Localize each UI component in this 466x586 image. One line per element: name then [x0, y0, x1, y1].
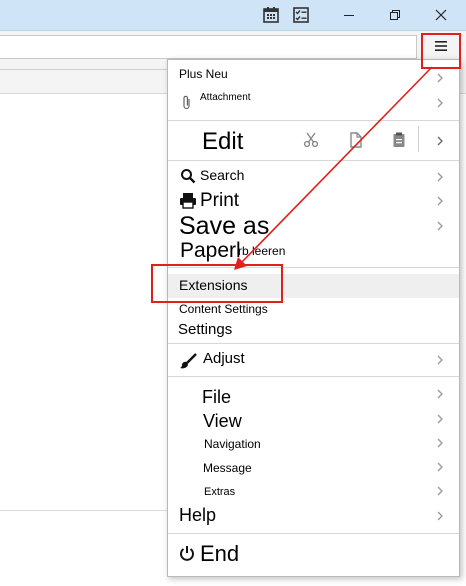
menu-item-label: Save as — [179, 212, 270, 240]
menu-item-label: Edit — [202, 128, 244, 155]
menu-separator — [168, 533, 459, 534]
restore-button[interactable] — [372, 0, 418, 30]
menu-item-label: End — [200, 541, 240, 566]
menu-item-end[interactable]: End — [168, 538, 459, 572]
menu-item-content-settings[interactable]: Content Settings — [168, 300, 459, 320]
menu-item-view[interactable]: View — [168, 410, 459, 434]
paperclip-icon — [183, 95, 190, 110]
menu-item-search[interactable]: Search — [168, 164, 459, 188]
minimize-icon — [344, 15, 354, 16]
menu-item-save-as[interactable]: Save as — [168, 212, 459, 242]
divider — [0, 69, 170, 70]
chevron-right-icon — [437, 438, 443, 448]
chevron-right-icon — [437, 511, 443, 521]
menu-item-label: Content Settings — [179, 302, 268, 316]
chevron-right-icon — [437, 172, 443, 182]
menu-item-label-suffix: rb leeren — [238, 244, 286, 258]
search-icon — [181, 169, 196, 184]
annotation-box-extensions — [151, 264, 283, 303]
chevron-right-icon — [437, 389, 443, 399]
brush-icon — [180, 353, 197, 369]
copy-icon[interactable] — [347, 131, 365, 149]
menu-item-help[interactable]: Help — [168, 504, 459, 530]
scissors-icon[interactable] — [302, 131, 320, 149]
minimize-button[interactable] — [326, 0, 372, 30]
chevron-right-icon — [437, 73, 443, 83]
chevron-right-icon — [437, 98, 443, 108]
menu-item-label: Message — [203, 461, 252, 475]
restore-icon — [390, 10, 400, 20]
menu-item-plus-neu[interactable]: Plus Neu — [168, 60, 459, 86]
menu-item-navigation[interactable]: Navigation — [168, 435, 459, 459]
calendar-icon[interactable] — [262, 6, 280, 24]
menu-item-file[interactable]: File — [168, 386, 459, 410]
checklist-icon[interactable] — [292, 6, 310, 24]
title-bar — [0, 0, 466, 31]
power-icon — [180, 546, 194, 561]
menu-item-label: Adjust — [203, 350, 245, 367]
menu-item-label: File — [202, 387, 232, 407]
menu-item-label: Attachment — [200, 92, 251, 103]
chevron-right-icon — [437, 486, 443, 496]
close-button[interactable] — [418, 0, 464, 30]
menu-item-label: View — [203, 411, 242, 431]
divider — [319, 298, 459, 299]
menu-item-label: Navigation — [204, 437, 261, 451]
main-menu-dropdown: Plus Neu Attachment Edit Search Print Sa… — [167, 59, 460, 577]
chevron-right-icon[interactable] — [434, 135, 446, 147]
menu-item-settings[interactable]: Settings — [168, 320, 459, 342]
menu-item-label: Extras — [204, 486, 236, 498]
menu-item-empty-trash[interactable]: Paperl rb leeren — [168, 239, 459, 266]
chevron-right-icon — [437, 221, 443, 231]
menu-item-label: Print — [200, 190, 240, 211]
chevron-right-icon — [437, 355, 443, 365]
address-bar[interactable] — [0, 35, 417, 59]
menu-item-label: Help — [179, 505, 217, 525]
chevron-right-icon — [437, 462, 443, 472]
menu-separator — [168, 343, 459, 344]
menu-item-adjust[interactable]: Adjust — [168, 346, 459, 374]
chevron-right-icon — [437, 414, 443, 424]
menu-item-label: Settings — [178, 321, 233, 338]
menu-separator — [168, 376, 459, 377]
menu-item-message[interactable]: Message — [168, 459, 459, 483]
menu-item-label: Plus Neu — [179, 67, 228, 81]
divider — [418, 126, 419, 152]
menu-separator — [168, 160, 459, 161]
chevron-right-icon — [437, 196, 443, 206]
paste-icon[interactable] — [390, 131, 408, 149]
divider — [0, 510, 170, 511]
close-icon — [435, 9, 447, 21]
printer-icon — [180, 193, 196, 209]
menu-item-label: Paperl — [180, 239, 241, 262]
menu-item-attachment[interactable]: Attachment — [168, 86, 459, 116]
annotation-box-menu-button — [421, 33, 461, 69]
menu-item-label: Search — [200, 167, 245, 183]
menu-item-print[interactable]: Print — [168, 188, 459, 214]
